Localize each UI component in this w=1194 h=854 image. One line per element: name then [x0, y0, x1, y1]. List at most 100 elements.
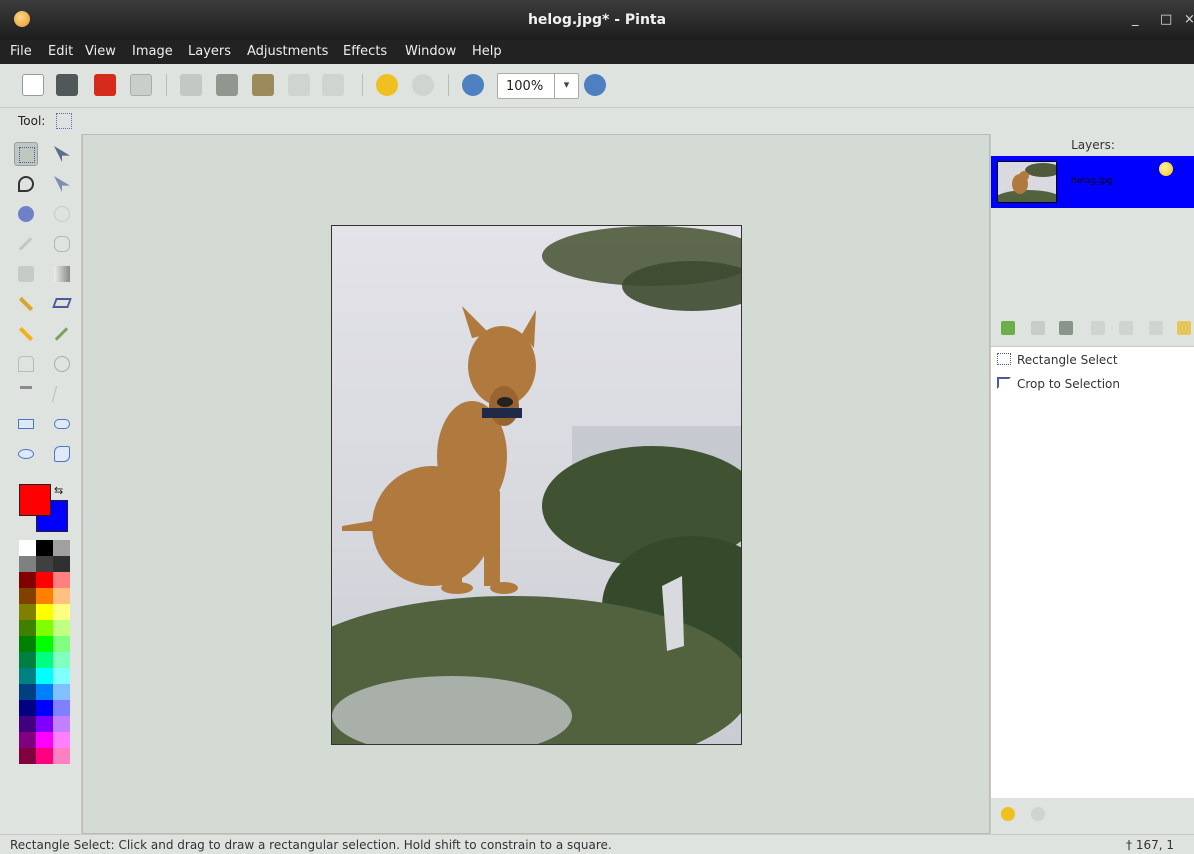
palette-swatch[interactable]	[36, 620, 53, 636]
palette-swatch[interactable]	[36, 732, 53, 748]
palette-swatch[interactable]	[53, 748, 70, 764]
zoom-in-icon[interactable]	[584, 74, 606, 96]
add-layer-icon[interactable]	[1001, 321, 1015, 335]
palette-swatch[interactable]	[19, 556, 36, 572]
minimize-button[interactable]: _	[1132, 12, 1139, 27]
rounded-rectangle-tool[interactable]	[50, 412, 74, 436]
ellipse-select-tool[interactable]	[14, 202, 38, 226]
gradient-tool[interactable]	[50, 262, 74, 286]
palette-swatch[interactable]	[19, 700, 36, 716]
print-icon[interactable]	[130, 74, 152, 96]
move-selection-tool[interactable]	[50, 172, 74, 196]
eraser-tool[interactable]	[50, 292, 74, 316]
image-canvas[interactable]	[331, 225, 742, 745]
palette-swatch[interactable]	[19, 684, 36, 700]
text-tool[interactable]	[14, 382, 38, 406]
zoom-tool[interactable]	[50, 202, 74, 226]
duplicate-layer-icon[interactable]	[1059, 321, 1073, 335]
pencil-tool[interactable]	[14, 322, 38, 346]
zoom-combobox[interactable]: 100% ▾	[497, 73, 579, 99]
layer-visibility-icon[interactable]	[1159, 162, 1173, 176]
merge-layer-down-icon[interactable]	[1091, 321, 1105, 335]
palette-swatch[interactable]	[19, 652, 36, 668]
pan-tool[interactable]	[50, 232, 74, 256]
paintbrush-tool[interactable]	[14, 292, 38, 316]
zoom-out-icon[interactable]	[462, 74, 484, 96]
cut-icon[interactable]	[180, 74, 202, 96]
menu-file[interactable]: File	[10, 44, 32, 59]
delete-layer-icon[interactable]	[1031, 321, 1045, 335]
palette-swatch[interactable]	[36, 604, 53, 620]
palette-swatch[interactable]	[19, 748, 36, 764]
paint-bucket-tool[interactable]	[14, 262, 38, 286]
palette-swatch[interactable]	[19, 572, 36, 588]
palette-swatch[interactable]	[53, 636, 70, 652]
layer-properties-icon[interactable]	[1177, 321, 1191, 335]
freeform-shape-tool[interactable]	[50, 442, 74, 466]
rectangle-select-tool[interactable]	[14, 142, 38, 166]
palette-swatch[interactable]	[53, 604, 70, 620]
menu-layers[interactable]: Layers	[188, 44, 231, 59]
canvas-area[interactable]	[82, 134, 990, 834]
clone-stamp-tool[interactable]	[14, 352, 38, 376]
palette-swatch[interactable]	[19, 716, 36, 732]
history-item[interactable]: Crop to Selection	[997, 377, 1120, 391]
maximize-button[interactable]: □	[1160, 12, 1172, 27]
magic-wand-tool[interactable]	[14, 232, 38, 256]
new-image-icon[interactable]	[22, 74, 44, 96]
move-selected-tool[interactable]	[50, 142, 74, 166]
palette-swatch[interactable]	[19, 604, 36, 620]
palette-swatch[interactable]	[36, 668, 53, 684]
palette-swatch[interactable]	[53, 556, 70, 572]
palette-swatch[interactable]	[36, 716, 53, 732]
palette-swatch[interactable]	[36, 684, 53, 700]
save-icon[interactable]	[94, 74, 116, 96]
palette-swatch[interactable]	[53, 620, 70, 636]
palette-swatch[interactable]	[53, 700, 70, 716]
menu-window[interactable]: Window	[405, 44, 456, 59]
palette-swatch[interactable]	[19, 732, 36, 748]
lasso-select-tool[interactable]	[14, 172, 38, 196]
close-button[interactable]: ×	[1184, 12, 1194, 27]
line-curve-tool[interactable]	[50, 382, 74, 406]
palette-swatch[interactable]	[36, 572, 53, 588]
palette-swatch[interactable]	[19, 668, 36, 684]
history-item[interactable]: Rectangle Select	[997, 353, 1118, 367]
palette-swatch[interactable]	[53, 540, 70, 556]
crop-icon[interactable]	[288, 74, 310, 96]
palette-swatch[interactable]	[36, 588, 53, 604]
menu-view[interactable]: View	[85, 44, 116, 59]
palette-swatch[interactable]	[19, 540, 36, 556]
paste-icon[interactable]	[252, 74, 274, 96]
palette-swatch[interactable]	[36, 540, 53, 556]
palette-swatch[interactable]	[53, 588, 70, 604]
color-picker-tool[interactable]	[50, 322, 74, 346]
rectangle-tool[interactable]	[14, 412, 38, 436]
ellipse-tool[interactable]	[14, 442, 38, 466]
open-icon[interactable]	[56, 74, 78, 96]
palette-swatch[interactable]	[53, 668, 70, 684]
deselect-icon[interactable]	[322, 74, 344, 96]
recolor-tool[interactable]	[50, 352, 74, 376]
swap-colors-icon[interactable]: ⇆	[54, 484, 63, 497]
menu-adjustments[interactable]: Adjustments	[247, 44, 328, 59]
copy-icon[interactable]	[216, 74, 238, 96]
zoom-dropdown-button[interactable]: ▾	[554, 74, 578, 98]
palette-swatch[interactable]	[19, 588, 36, 604]
redo-icon[interactable]	[1031, 807, 1045, 821]
palette-swatch[interactable]	[19, 636, 36, 652]
layer-row[interactable]: helog.jpg	[991, 156, 1194, 208]
palette-swatch[interactable]	[36, 636, 53, 652]
palette-swatch[interactable]	[36, 556, 53, 572]
undo-icon[interactable]	[1001, 807, 1015, 821]
palette-swatch[interactable]	[53, 716, 70, 732]
palette-swatch[interactable]	[53, 732, 70, 748]
menu-effects[interactable]: Effects	[343, 44, 387, 59]
move-layer-up-icon[interactable]	[1119, 321, 1133, 335]
menu-edit[interactable]: Edit	[48, 44, 73, 59]
palette-swatch[interactable]	[53, 652, 70, 668]
menu-image[interactable]: Image	[132, 44, 173, 59]
move-layer-down-icon[interactable]	[1149, 321, 1163, 335]
palette-swatch[interactable]	[36, 748, 53, 764]
palette-swatch[interactable]	[53, 572, 70, 588]
